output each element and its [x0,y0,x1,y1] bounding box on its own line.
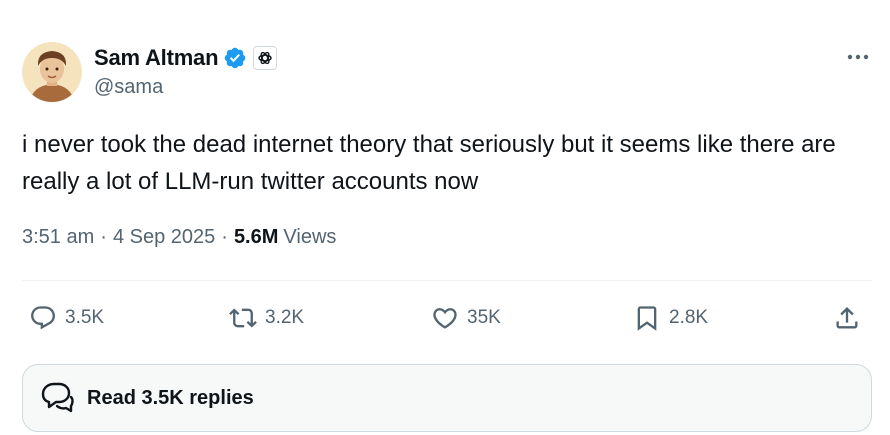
bookmark-button[interactable]: 2.8K [632,302,708,334]
openai-logo-icon[interactable] [253,46,278,70]
tweet-date[interactable]: 4 Sep 2025 [113,226,215,249]
reply-button[interactable]: 3.5K [28,302,104,334]
reply-icon [28,303,58,333]
verified-badge-icon[interactable] [223,46,247,70]
like-button[interactable]: 35K [430,302,501,334]
bookmark-icon [632,303,662,333]
meta-separator: · [100,226,107,248]
author-display-name[interactable]: Sam Altman [94,45,219,71]
conversation-bubbles-icon [37,378,77,418]
reply-count: 3.5K [65,307,105,328]
views-label: Views [283,226,337,248]
profile-avatar [22,42,82,102]
repost-count: 3.2K [265,307,305,328]
share-icon [832,303,862,333]
share-button[interactable] [832,302,862,334]
bookmark-count: 2.8K [669,307,709,328]
tweet-text: i never took the dead internet theory th… [22,131,836,195]
author-handle[interactable]: @sama [94,76,163,99]
author-name-row: Sam Altman [94,44,278,72]
read-replies-button[interactable]: Read 3.5K replies [22,364,872,432]
tweet-time[interactable]: 3:51 am [22,226,94,249]
divider [22,280,872,281]
read-replies-label: Read 3.5K replies [87,386,254,409]
avatar[interactable] [22,42,82,102]
meta-separator: · [221,226,228,248]
tweet-meta: 3:51 am · 4 Sep 2025 · 5.6M Views [22,226,336,249]
views-count: 5.6M [233,226,279,248]
more-options-icon[interactable] [840,44,876,70]
heart-icon [430,303,460,333]
repost-button[interactable]: 3.2K [228,302,304,334]
like-count: 35K [467,307,501,328]
repost-icon [228,303,258,333]
